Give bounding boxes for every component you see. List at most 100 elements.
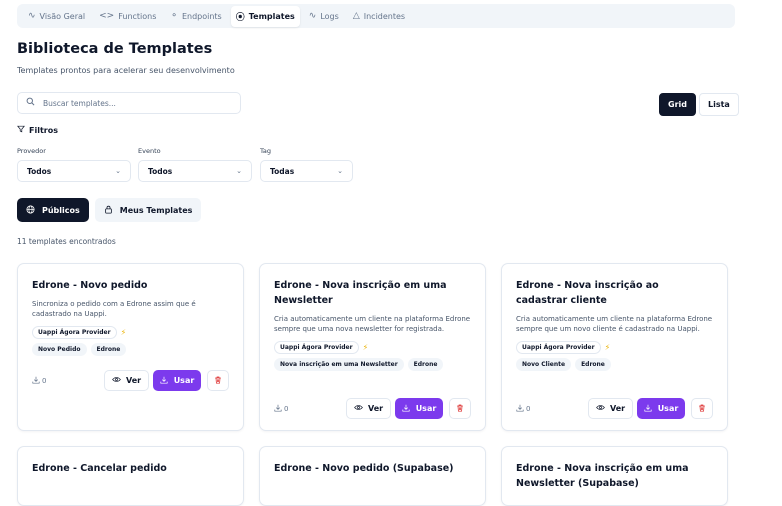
template-title: Edrone - Nova inscrição em uma Newslette…: [516, 463, 689, 489]
results-count: 11 templates encontrados: [17, 237, 116, 246]
my-templates-button[interactable]: Meus Templates: [94, 198, 202, 222]
delete-template-button[interactable]: [691, 398, 713, 419]
tag-badge: Nova inscrição em uma Newsletter: [274, 358, 404, 371]
search-icon: [26, 97, 35, 109]
template-badges: Uappi Ágora Provider ⚡: [516, 341, 713, 354]
filter-icon: [17, 125, 25, 135]
tab-logs[interactable]: ∿ Logs: [304, 7, 344, 25]
download-icon: [274, 404, 282, 414]
template-badges: Uappi Ágora Provider ⚡: [32, 326, 229, 339]
use-label: Usar: [657, 404, 679, 413]
template-tags: Novo Cliente Edrone: [516, 358, 713, 371]
download-count-value: 0: [42, 376, 47, 385]
delete-template-button[interactable]: [207, 370, 229, 391]
download-count-value: 0: [526, 404, 531, 413]
download-icon: [644, 404, 652, 414]
eye-icon: [112, 376, 121, 385]
tag-badge: Novo Cliente: [516, 358, 572, 371]
tab-label: Logs: [320, 11, 339, 21]
use-template-button[interactable]: Usar: [395, 398, 443, 419]
scope-toggle: Públicos Meus Templates: [17, 198, 202, 222]
tag-badge: Edrone: [575, 358, 611, 371]
filters-heading: Filtros: [17, 125, 58, 135]
public-templates-label: Públicos: [42, 205, 80, 215]
tag-select-value: Todas: [270, 166, 295, 176]
bolt-icon: ⚡: [120, 328, 127, 337]
provider-select[interactable]: Todos ⌄: [17, 160, 131, 182]
code-icon: <>: [99, 11, 115, 21]
activity-icon: ∿: [28, 11, 36, 21]
tab-visao-geral[interactable]: ∿ Visão Geral: [23, 7, 90, 25]
use-template-button[interactable]: Usar: [637, 398, 685, 419]
tab-label: Endpoints: [181, 11, 222, 21]
card-actions: 0 Ver Usar: [32, 370, 229, 391]
template-description: Cria automaticamente um cliente na plata…: [516, 315, 713, 333]
tab-endpoints[interactable]: ⚬ Endpoints: [165, 7, 226, 25]
chevron-down-icon: ⌄: [337, 167, 343, 175]
tab-functions[interactable]: <> Functions: [94, 7, 161, 25]
event-select-value: Todos: [148, 166, 173, 176]
provider-badge: Uappi Ágora Provider: [274, 341, 359, 354]
provider-badge: Uappi Ágora Provider: [516, 341, 601, 354]
download-count-value: 0: [284, 404, 289, 413]
tab-label: Visão Geral: [39, 11, 86, 21]
public-templates-button[interactable]: Públicos: [17, 198, 89, 222]
use-label: Usar: [415, 404, 437, 413]
endpoints-icon: ⚬: [170, 11, 178, 21]
event-select[interactable]: Todos ⌄: [138, 160, 252, 182]
download-count: 0: [274, 404, 346, 414]
top-navigation: ∿ Visão Geral <> Functions ⚬ Endpoints ⦿…: [17, 4, 735, 28]
tab-templates[interactable]: ⦿ Templates: [230, 5, 300, 27]
trash-icon: [214, 376, 222, 386]
download-count: 0: [32, 376, 104, 386]
filters-label: Filtros: [29, 125, 58, 135]
download-icon: [160, 376, 168, 386]
grid-view-button[interactable]: Grid: [659, 93, 696, 116]
provider-select-value: Todos: [27, 166, 52, 176]
download-icon: [516, 404, 524, 414]
template-title: Edrone - Nova inscrição ao cadastrar cli…: [516, 280, 659, 306]
tag-badge: Edrone: [90, 343, 127, 356]
view-label: Ver: [125, 376, 142, 385]
template-title: Edrone - Cancelar pedido: [32, 463, 167, 474]
tag-select[interactable]: Todas ⌄: [260, 160, 353, 182]
eye-icon: [354, 404, 363, 413]
download-count: 0: [516, 404, 588, 414]
tab-label: Incidentes: [363, 11, 406, 21]
template-card: Edrone - Novo pedido Sincroniza o pedido…: [17, 263, 244, 431]
play-circle-icon: ⦿: [235, 12, 245, 23]
chevron-down-icon: ⌄: [115, 167, 121, 175]
download-icon: [32, 376, 40, 386]
my-templates-label: Meus Templates: [119, 205, 193, 215]
view-label: Ver: [367, 404, 384, 413]
list-view-button[interactable]: Lista: [698, 93, 739, 116]
template-card: Edrone - Nova inscrição em uma Newslette…: [501, 446, 728, 506]
tab-incidentes[interactable]: △ Incidentes: [348, 7, 410, 25]
view-label: Ver: [609, 404, 626, 413]
use-template-button[interactable]: Usar: [153, 370, 201, 391]
template-card: Edrone - Novo pedido (Supabase): [259, 446, 486, 506]
globe-icon: [26, 204, 35, 216]
view-template-button[interactable]: Ver: [346, 398, 391, 419]
bolt-icon: ⚡: [362, 343, 369, 352]
template-tags: Nova inscrição em uma Newsletter Edrone: [274, 358, 471, 371]
view-template-button[interactable]: Ver: [104, 370, 149, 391]
tag-filter-label: Tag: [260, 147, 272, 155]
search-box: [17, 92, 241, 114]
alert-triangle-icon: △: [352, 11, 360, 21]
lock-icon: [104, 205, 113, 216]
tab-label: Templates: [248, 11, 295, 21]
template-title: Edrone - Nova inscrição em uma Newslette…: [274, 280, 447, 306]
search-input[interactable]: [41, 97, 235, 109]
event-filter-label: Evento: [138, 147, 161, 155]
delete-template-button[interactable]: [449, 398, 471, 419]
card-actions: 0 Ver Usar: [274, 398, 471, 419]
activity-icon: ∿: [308, 11, 317, 21]
template-badges: Uappi Ágora Provider ⚡: [274, 341, 471, 354]
template-title: Edrone - Novo pedido (Supabase): [274, 463, 454, 474]
view-toggle: Grid Lista: [659, 93, 739, 116]
page-title: Biblioteca de Templates: [17, 41, 213, 57]
template-card: Edrone - Nova inscrição ao cadastrar cli…: [501, 263, 728, 431]
view-template-button[interactable]: Ver: [588, 398, 633, 419]
tag-badge: Novo Pedido: [32, 343, 87, 356]
